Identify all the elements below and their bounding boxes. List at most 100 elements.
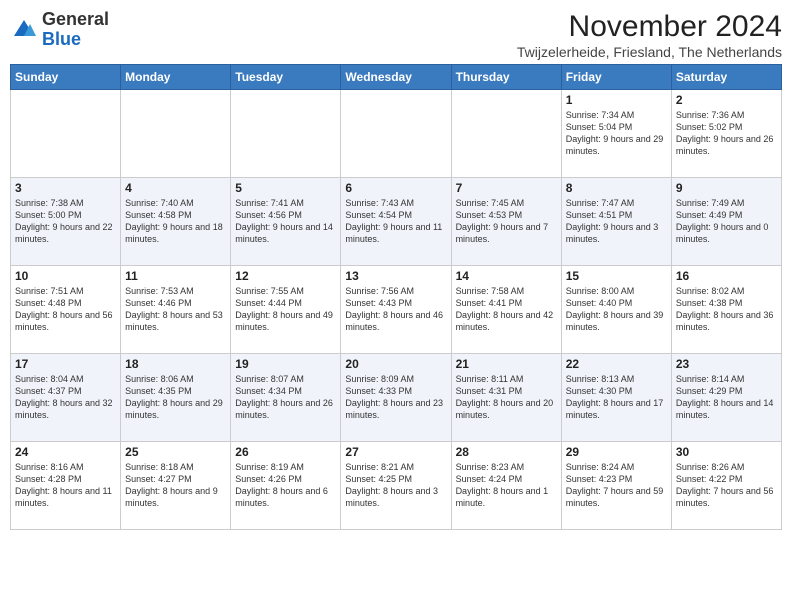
- day-info: Sunrise: 8:00 AM Sunset: 4:40 PM Dayligh…: [566, 285, 667, 334]
- calendar-cell: 28 Sunrise: 8:23 AM Sunset: 4:24 PM Dayli…: [451, 442, 561, 530]
- day-info: Sunrise: 8:24 AM Sunset: 4:23 PM Dayligh…: [566, 461, 667, 510]
- calendar-week-1: 1 Sunrise: 7:34 AM Sunset: 5:04 PM Daylig…: [11, 90, 782, 178]
- weekday-friday: Friday: [561, 65, 671, 90]
- calendar-cell: [11, 90, 121, 178]
- day-info: Sunrise: 8:18 AM Sunset: 4:27 PM Dayligh…: [125, 461, 226, 510]
- day-number: 6: [345, 181, 446, 195]
- calendar-cell: 4Sunrise: 7:40 AM Sunset: 4:58 PM Daylig…: [121, 178, 231, 266]
- calendar-cell: 21 Sunrise: 8:11 AM Sunset: 4:31 PM Dayli…: [451, 354, 561, 442]
- title-block: November 2024 Twijzelerheide, Friesland,…: [517, 10, 782, 60]
- calendar-cell: 29Sunrise: 8:24 AM Sunset: 4:23 PM Dayli…: [561, 442, 671, 530]
- calendar-cell: 22 Sunrise: 8:13 AM Sunset: 4:30 PM Dayli…: [561, 354, 671, 442]
- weekday-header-row: SundayMondayTuesdayWednesdayThursdayFrid…: [11, 65, 782, 90]
- day-number: 15: [566, 269, 667, 283]
- calendar-cell: 7Sunrise: 7:45 AM Sunset: 4:53 PM Daylig…: [451, 178, 561, 266]
- day-number: 14: [456, 269, 557, 283]
- calendar-cell: 20 Sunrise: 8:09 AM Sunset: 4:33 PM Dayli…: [341, 354, 451, 442]
- logo-general: General: [42, 9, 109, 29]
- logo: General Blue: [10, 10, 109, 50]
- day-number: 21: [456, 357, 557, 371]
- day-number: 8: [566, 181, 667, 195]
- day-info: Sunrise: 8:19 AM Sunset: 4:26 PM Dayligh…: [235, 461, 336, 510]
- day-info: Sunrise: 8:07 AM Sunset: 4:34 PM Dayligh…: [235, 373, 336, 422]
- location: Twijzelerheide, Friesland, The Netherlan…: [517, 44, 782, 60]
- day-info: Sunrise: 7:56 AM Sunset: 4:43 PM Dayligh…: [345, 285, 446, 334]
- day-number: 17: [15, 357, 116, 371]
- day-info: Sunrise: 8:16 AM Sunset: 4:28 PM Dayligh…: [15, 461, 116, 510]
- calendar-body: 1 Sunrise: 7:34 AM Sunset: 5:04 PM Daylig…: [11, 90, 782, 530]
- day-number: 23: [676, 357, 777, 371]
- calendar-table: SundayMondayTuesdayWednesdayThursdayFrid…: [10, 64, 782, 530]
- day-number: 27: [345, 445, 446, 459]
- day-info: Sunrise: 7:47 AM Sunset: 4:51 PM Dayligh…: [566, 197, 667, 246]
- day-info: Sunrise: 8:04 AM Sunset: 4:37 PM Dayligh…: [15, 373, 116, 422]
- calendar-cell: 5 Sunrise: 7:41 AM Sunset: 4:56 PM Daylig…: [231, 178, 341, 266]
- day-number: 22: [566, 357, 667, 371]
- day-info: Sunrise: 7:55 AM Sunset: 4:44 PM Dayligh…: [235, 285, 336, 334]
- day-info: Sunrise: 8:11 AM Sunset: 4:31 PM Dayligh…: [456, 373, 557, 422]
- day-info: Sunrise: 7:36 AM Sunset: 5:02 PM Dayligh…: [676, 109, 777, 158]
- logo-icon: [10, 16, 38, 44]
- day-number: 2: [676, 93, 777, 107]
- calendar-cell: 3 Sunrise: 7:38 AM Sunset: 5:00 PM Daylig…: [11, 178, 121, 266]
- day-number: 28: [456, 445, 557, 459]
- day-number: 3: [15, 181, 116, 195]
- day-number: 18: [125, 357, 226, 371]
- calendar-cell: [341, 90, 451, 178]
- calendar-week-4: 17 Sunrise: 8:04 AM Sunset: 4:37 PM Dayli…: [11, 354, 782, 442]
- day-info: Sunrise: 7:34 AM Sunset: 5:04 PM Dayligh…: [566, 109, 667, 158]
- day-info: Sunrise: 7:41 AM Sunset: 4:56 PM Dayligh…: [235, 197, 336, 246]
- calendar-cell: 24 Sunrise: 8:16 AM Sunset: 4:28 PM Dayli…: [11, 442, 121, 530]
- day-number: 7: [456, 181, 557, 195]
- day-info: Sunrise: 8:26 AM Sunset: 4:22 PM Dayligh…: [676, 461, 777, 510]
- day-info: Sunrise: 8:13 AM Sunset: 4:30 PM Dayligh…: [566, 373, 667, 422]
- weekday-monday: Monday: [121, 65, 231, 90]
- day-info: Sunrise: 8:14 AM Sunset: 4:29 PM Dayligh…: [676, 373, 777, 422]
- logo-text: General Blue: [42, 10, 109, 50]
- calendar-cell: 10Sunrise: 7:51 AM Sunset: 4:48 PM Dayli…: [11, 266, 121, 354]
- calendar-week-3: 10Sunrise: 7:51 AM Sunset: 4:48 PM Dayli…: [11, 266, 782, 354]
- calendar-cell: [451, 90, 561, 178]
- calendar-cell: 1 Sunrise: 7:34 AM Sunset: 5:04 PM Daylig…: [561, 90, 671, 178]
- day-info: Sunrise: 8:09 AM Sunset: 4:33 PM Dayligh…: [345, 373, 446, 422]
- day-info: Sunrise: 7:38 AM Sunset: 5:00 PM Dayligh…: [15, 197, 116, 246]
- day-number: 5: [235, 181, 336, 195]
- calendar-cell: 30 Sunrise: 8:26 AM Sunset: 4:22 PM Dayli…: [671, 442, 781, 530]
- day-number: 16: [676, 269, 777, 283]
- day-number: 1: [566, 93, 667, 107]
- calendar-cell: 14Sunrise: 7:58 AM Sunset: 4:41 PM Dayli…: [451, 266, 561, 354]
- calendar-cell: 16 Sunrise: 8:02 AM Sunset: 4:38 PM Dayli…: [671, 266, 781, 354]
- day-number: 12: [235, 269, 336, 283]
- calendar-cell: 13 Sunrise: 7:56 AM Sunset: 4:43 PM Dayli…: [341, 266, 451, 354]
- day-info: Sunrise: 7:49 AM Sunset: 4:49 PM Dayligh…: [676, 197, 777, 246]
- day-number: 19: [235, 357, 336, 371]
- calendar-cell: 18Sunrise: 8:06 AM Sunset: 4:35 PM Dayli…: [121, 354, 231, 442]
- calendar-cell: 8 Sunrise: 7:47 AM Sunset: 4:51 PM Daylig…: [561, 178, 671, 266]
- calendar-cell: 19 Sunrise: 8:07 AM Sunset: 4:34 PM Dayli…: [231, 354, 341, 442]
- logo-blue: Blue: [42, 29, 81, 49]
- calendar-cell: 2 Sunrise: 7:36 AM Sunset: 5:02 PM Daylig…: [671, 90, 781, 178]
- calendar-cell: 11 Sunrise: 7:53 AM Sunset: 4:46 PM Dayli…: [121, 266, 231, 354]
- calendar-cell: 23 Sunrise: 8:14 AM Sunset: 4:29 PM Dayli…: [671, 354, 781, 442]
- day-info: Sunrise: 8:23 AM Sunset: 4:24 PM Dayligh…: [456, 461, 557, 510]
- calendar-cell: 12 Sunrise: 7:55 AM Sunset: 4:44 PM Dayli…: [231, 266, 341, 354]
- day-number: 30: [676, 445, 777, 459]
- calendar-week-5: 24 Sunrise: 8:16 AM Sunset: 4:28 PM Dayli…: [11, 442, 782, 530]
- weekday-wednesday: Wednesday: [341, 65, 451, 90]
- day-info: Sunrise: 8:02 AM Sunset: 4:38 PM Dayligh…: [676, 285, 777, 334]
- day-number: 20: [345, 357, 446, 371]
- calendar-cell: 6Sunrise: 7:43 AM Sunset: 4:54 PM Daylig…: [341, 178, 451, 266]
- day-info: Sunrise: 8:21 AM Sunset: 4:25 PM Dayligh…: [345, 461, 446, 510]
- day-number: 26: [235, 445, 336, 459]
- day-number: 9: [676, 181, 777, 195]
- calendar-cell: 26 Sunrise: 8:19 AM Sunset: 4:26 PM Dayli…: [231, 442, 341, 530]
- calendar-cell: 9 Sunrise: 7:49 AM Sunset: 4:49 PM Daylig…: [671, 178, 781, 266]
- calendar-cell: [121, 90, 231, 178]
- day-info: Sunrise: 7:53 AM Sunset: 4:46 PM Dayligh…: [125, 285, 226, 334]
- day-number: 11: [125, 269, 226, 283]
- day-number: 13: [345, 269, 446, 283]
- month-title: November 2024: [517, 10, 782, 44]
- calendar-cell: 25Sunrise: 8:18 AM Sunset: 4:27 PM Dayli…: [121, 442, 231, 530]
- weekday-tuesday: Tuesday: [231, 65, 341, 90]
- day-number: 24: [15, 445, 116, 459]
